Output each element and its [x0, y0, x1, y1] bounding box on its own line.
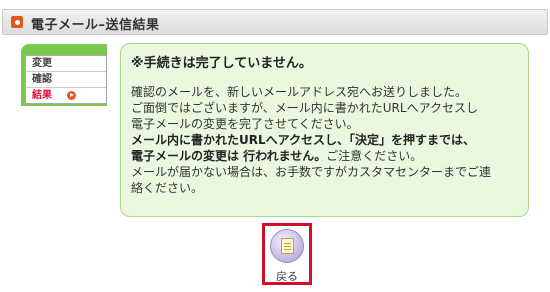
step-label: 結果 [32, 90, 52, 101]
notice-line-emphasis: メール内に書かれたURLへアクセスし、「決定」を押すまでは、 [131, 133, 476, 147]
step-label: 変更 [32, 58, 52, 69]
notice-line: ご面倒ではございますが、メール内に書かれたURLへアクセスし [131, 101, 478, 115]
page-title-bar: 電子メール–送信結果 [2, 9, 548, 35]
back-button-label[interactable]: 戻る [265, 268, 309, 284]
step-indicator: 変更 確認 結果 [25, 55, 107, 104]
step-item-confirm: 確認 [26, 72, 106, 88]
notice-line: 絡ください。 [131, 181, 204, 195]
back-button[interactable]: 戻る [262, 223, 312, 285]
step-label: 確認 [32, 74, 52, 85]
back-button-circle[interactable] [270, 229, 304, 263]
notice-line-emphasis: 電子メールの変更は 行われません。ご注意ください。 [131, 149, 423, 163]
notice-line: 確認のメールを、新しいメールアドレス宛へお送りしました。 [131, 85, 468, 99]
notice-line: 電子メールの変更を完了させてください。 [131, 117, 359, 131]
notice-heading: ※手続きは完了していません。 [131, 56, 312, 71]
notice-line: メールが届かない場合は、お手数ですがカスタマセンターまでご連 [131, 165, 492, 179]
notice-message-box: ※手続きは完了していません。 確認のメールを、新しいメールアドレス宛へお送りしま… [120, 43, 529, 217]
document-icon [280, 238, 294, 254]
orange-square-bullet-icon [11, 16, 23, 28]
page-title: 電子メール–送信結果 [31, 18, 160, 33]
orange-arrow-circle-icon [67, 91, 76, 100]
step-item-change: 変更 [26, 56, 106, 72]
step-item-result: 結果 [26, 88, 106, 103]
